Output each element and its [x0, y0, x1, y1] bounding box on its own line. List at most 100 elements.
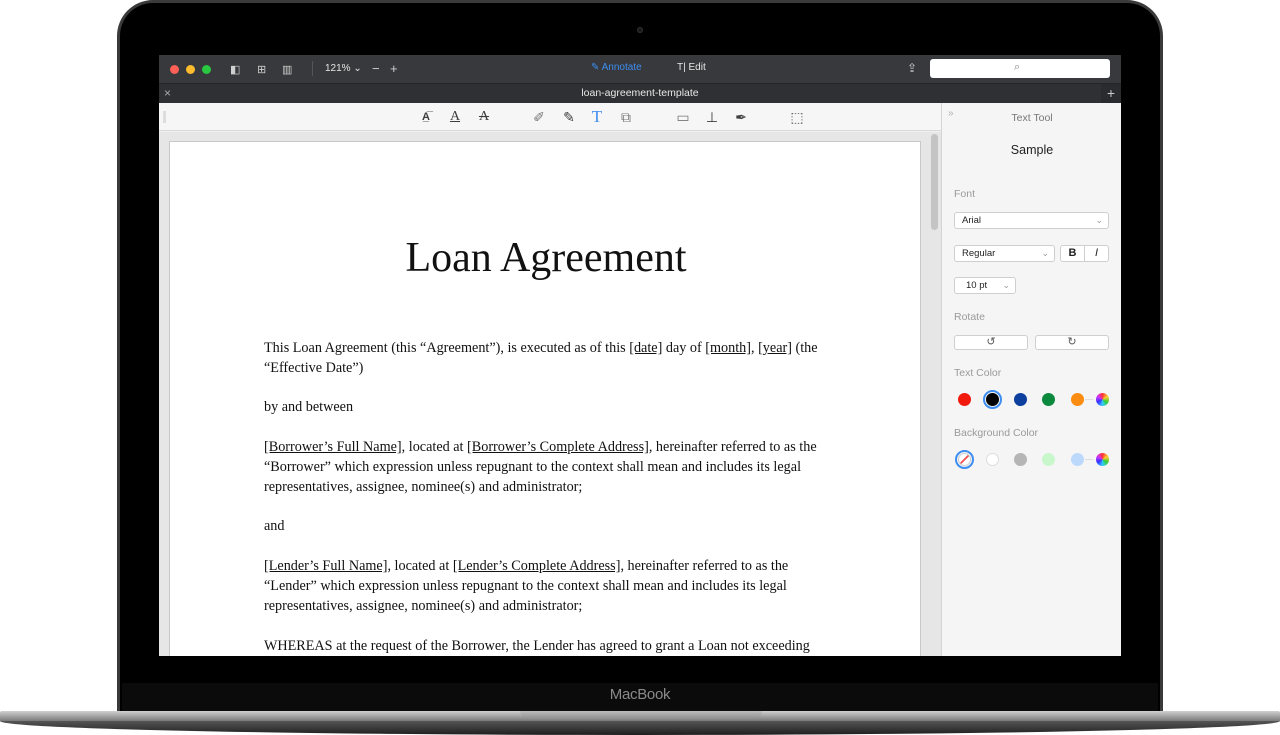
text-color-label: Text Color: [954, 367, 1002, 379]
share-icon[interactable]: ⇪: [907, 61, 917, 75]
font-size-select[interactable]: 10 pt ⌄: [954, 277, 1016, 294]
chevron-down-icon: ⌄: [1095, 215, 1103, 225]
paragraph-lender: [Lender’s Full Name], located at [Lender…: [264, 556, 834, 616]
bold-button[interactable]: B: [1060, 245, 1085, 262]
paragraph-whereas: WHEREAS at the request of the Borrower, …: [264, 638, 810, 654]
lender-name-placeholder[interactable]: [Lender’s Full Name]: [264, 558, 387, 574]
edit-label: Edit: [688, 62, 706, 73]
document-viewer[interactable]: Loan Agreement This Loan Agreement (this…: [159, 132, 941, 656]
font-family-select[interactable]: Arial ⌄: [954, 212, 1109, 229]
text-color-swatch[interactable]: [1071, 393, 1084, 406]
italic-button[interactable]: I: [1084, 245, 1109, 262]
underline-tool-icon[interactable]: A: [445, 107, 465, 127]
document-title: Loan Agreement: [405, 235, 687, 281]
text-color-swatch[interactable]: [1014, 393, 1027, 406]
zoom-level-dropdown[interactable]: 121% ⌄: [325, 63, 362, 74]
search-input[interactable]: ⌕: [930, 59, 1110, 78]
document-page[interactable]: Loan Agreement This Loan Agreement (this…: [169, 141, 921, 656]
stamp-tool-icon[interactable]: ⊥: [702, 107, 722, 127]
selection-tool-icon[interactable]: ⬚: [787, 107, 807, 127]
rotate-left-button[interactable]: ↺: [954, 335, 1028, 350]
paragraph-and: and: [264, 518, 285, 534]
font-style-value: Regular: [962, 248, 996, 259]
pencil-tool-icon[interactable]: ✐: [529, 107, 549, 127]
rotate-right-icon: ↻: [1067, 336, 1077, 348]
font-style-select[interactable]: Regular ⌄: [954, 245, 1055, 262]
font-size-value: 10 pt: [966, 280, 988, 291]
chevron-down-icon: ⌄: [1002, 280, 1010, 290]
pen-icon: ✎: [591, 62, 600, 73]
vertical-scrollbar[interactable]: [931, 134, 938, 230]
maximize-window-button[interactable]: [202, 65, 211, 74]
chevron-down-icon: ⌄: [353, 63, 362, 74]
drag-handle[interactable]: [163, 111, 166, 123]
text: , located at: [401, 439, 468, 455]
signature-tool-icon[interactable]: ✒: [731, 107, 751, 127]
panel-title: Text Tool: [1011, 112, 1053, 124]
text-color-swatch[interactable]: [1042, 393, 1055, 406]
text: This Loan Agreement (this “Agreement”), …: [264, 340, 630, 356]
paragraph-effective-date: This Loan Agreement (this “Agreement”), …: [264, 338, 834, 378]
sidebar-toggle-icon[interactable]: ◧: [230, 63, 240, 76]
paragraph-borrower: [Borrower’s Full Name], located at [Borr…: [264, 437, 834, 497]
background-color-swatch[interactable]: [1071, 453, 1084, 466]
note-tool-icon[interactable]: ▭: [673, 107, 693, 127]
background-color-swatch[interactable]: [1042, 453, 1055, 466]
background-color-swatch[interactable]: [1014, 453, 1027, 466]
rotate-right-button[interactable]: ↻: [1035, 335, 1109, 350]
annotate-mode-button[interactable]: ✎ Annotate: [591, 62, 642, 73]
text: day of: [662, 340, 706, 356]
highlighter-tool-icon[interactable]: ✎: [559, 107, 579, 127]
background-color-label: Background Color: [954, 427, 1039, 439]
divider: [1085, 399, 1093, 400]
date-placeholder[interactable]: [date]: [629, 340, 662, 356]
text-cursor-icon: T|: [677, 62, 686, 73]
text-color-custom-color-picker[interactable]: [1096, 393, 1109, 406]
grid-view-icon[interactable]: ⊞: [257, 63, 266, 76]
camera: [637, 27, 643, 33]
font-label: Font: [954, 188, 976, 200]
shapes-tool-icon[interactable]: ⧉: [616, 107, 636, 127]
background-color-swatch[interactable]: [986, 453, 999, 466]
search-icon: ⌕: [1014, 61, 1021, 73]
text-tool-panel: » Text Tool Sample Font Arial ⌄ Regular ⌄ …: [941, 103, 1121, 656]
year-placeholder[interactable]: [year]: [758, 340, 792, 356]
annotation-toolbar: A̲̅ A A ✐ ✎ T ⧉ ▭ ⊥ ✒ ⬚: [159, 103, 941, 131]
document-tab-title[interactable]: loan-agreement-template: [159, 87, 1121, 99]
background-color-custom-color-picker[interactable]: [1096, 453, 1109, 466]
text-color-selected-ring: [983, 390, 1002, 409]
strikethrough-tool-icon[interactable]: A: [474, 107, 494, 127]
minimize-window-button[interactable]: [186, 65, 195, 74]
tab-bar: × loan-agreement-template +: [159, 83, 1121, 103]
title-bar: ◧ ⊞ ▥ 121% ⌄ − + ✎ Annotate T| Edit ⇪ ⌕: [159, 55, 1121, 83]
add-tab-button[interactable]: +: [1101, 84, 1121, 103]
annotate-label: Annotate: [601, 62, 642, 73]
laptop-notch: [520, 711, 762, 719]
two-page-view-icon[interactable]: ▥: [282, 63, 292, 76]
text: , located at: [387, 558, 453, 574]
text-color-swatch[interactable]: [958, 393, 971, 406]
zoom-in-button[interactable]: +: [390, 61, 398, 76]
zoom-level-value: 121%: [325, 63, 351, 74]
paragraph-by-and-between: by and between: [264, 399, 354, 415]
edit-mode-button[interactable]: T| Edit: [677, 62, 706, 73]
lender-address-placeholder[interactable]: [Lender’s Complete Address]: [453, 558, 621, 574]
brand-label: MacBook: [609, 686, 671, 703]
app-window: ◧ ⊞ ▥ 121% ⌄ − + ✎ Annotate T| Edit ⇪ ⌕ …: [159, 55, 1121, 656]
chevron-down-icon: ⌄: [1041, 248, 1049, 258]
divider: [1085, 459, 1093, 460]
borrower-name-placeholder[interactable]: [Borrower’s Full Name]: [264, 439, 402, 455]
text-tool-icon[interactable]: T: [587, 107, 607, 127]
font-sample: Sample: [1010, 143, 1054, 157]
font-family-value: Arial: [962, 215, 982, 226]
zoom-out-button[interactable]: −: [372, 61, 380, 76]
text-highlight-tool-icon[interactable]: A̲̅: [416, 107, 436, 127]
rotate-left-icon: ↺: [986, 336, 996, 348]
divider: [312, 61, 313, 76]
borrower-address-placeholder[interactable]: [Borrower’s Complete Address]: [467, 439, 649, 455]
month-placeholder[interactable]: [month]: [705, 340, 751, 356]
text: ,: [750, 340, 759, 356]
close-window-button[interactable]: [170, 65, 179, 74]
rotate-label: Rotate: [954, 311, 985, 323]
background-color-selected-ring: [955, 450, 974, 469]
